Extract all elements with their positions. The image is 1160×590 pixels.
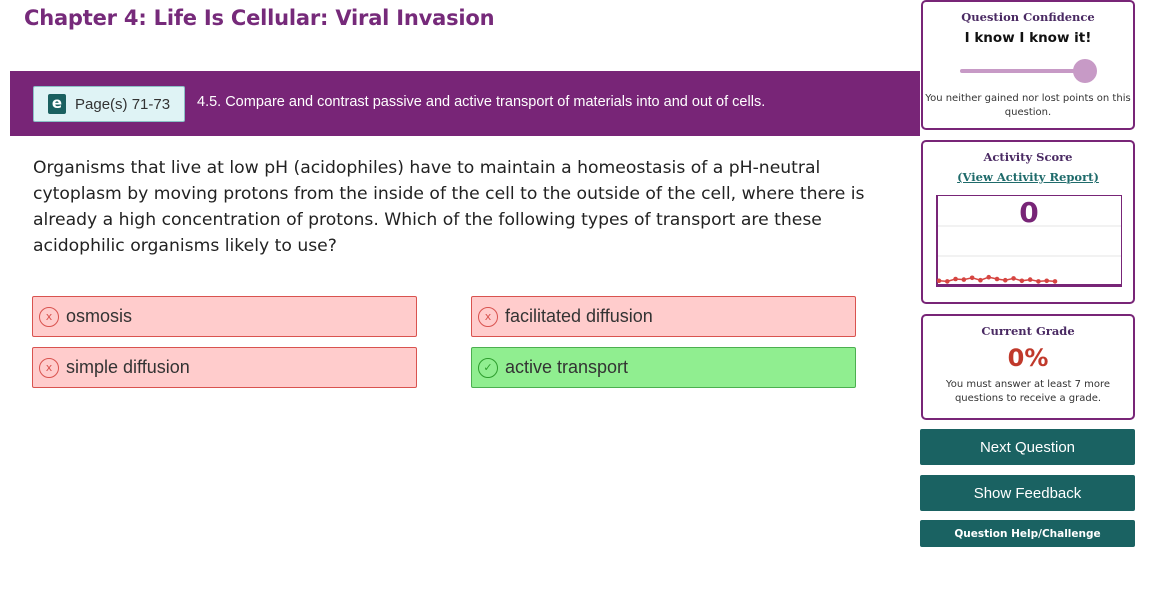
- answer-option-active-transport[interactable]: ✓ active transport: [471, 347, 856, 388]
- confidence-value: I know I know it!: [964, 30, 1092, 46]
- confidence-slider-thumb[interactable]: [1073, 59, 1097, 83]
- ebook-pages-button[interactable]: e Page(s) 71-73: [33, 86, 185, 122]
- activity-score-value: 0: [1019, 196, 1039, 229]
- activity-sparkline-point: [1036, 279, 1041, 284]
- answer-option-facilitated-diffusion[interactable]: x facilitated diffusion: [471, 296, 856, 337]
- activity-sparkline-point: [1002, 277, 1008, 283]
- question-help-button[interactable]: Question Help/Challenge: [920, 520, 1135, 547]
- activity-sparkline-point: [978, 277, 983, 283]
- learning-objective: 4.5. Compare and contrast passive and ac…: [197, 94, 766, 110]
- confidence-slider[interactable]: [960, 59, 1097, 83]
- view-activity-report-link[interactable]: (View Activity Report): [923, 170, 1133, 184]
- answer-option-osmosis[interactable]: x osmosis: [32, 296, 417, 337]
- pages-label: Page(s) 71-73: [75, 95, 171, 113]
- activity-sparkline-point: [1019, 278, 1025, 284]
- current-grade-panel: Current Grade 0% You must answer at leas…: [921, 314, 1135, 420]
- answer-label: osmosis: [66, 306, 133, 326]
- activity-sparkline-point: [1011, 276, 1016, 281]
- show-feedback-button[interactable]: Show Feedback: [920, 475, 1135, 511]
- activity-sparkline-point: [969, 275, 975, 281]
- check-circle-icon: ✓: [478, 357, 498, 378]
- next-question-button[interactable]: Next Question: [920, 429, 1135, 465]
- activity-sparkline-point: [994, 276, 1000, 282]
- activity-sparkline-point: [986, 274, 992, 280]
- activity-score-heading: Activity Score: [983, 150, 1073, 164]
- confidence-heading: Question Confidence: [961, 10, 1095, 24]
- activity-sparkline-point: [961, 277, 967, 282]
- activity-sparkline-point: [937, 278, 942, 284]
- activity-sparkline-point: [944, 279, 950, 284]
- chapter-title: Chapter 4: Life Is Cellular: Viral Invas…: [24, 6, 495, 30]
- objective-banner: e Page(s) 71-73 4.5. Compare and contras…: [10, 71, 920, 136]
- ebook-icon: e: [48, 94, 66, 114]
- activity-sparkline-point: [1044, 278, 1050, 284]
- activity-sparkline-point: [953, 276, 958, 282]
- answer-label: simple diffusion: [66, 357, 190, 377]
- answer-label: facilitated diffusion: [505, 306, 653, 326]
- confidence-panel: Question Confidence I know I know it! Yo…: [921, 0, 1135, 130]
- current-grade-value: 0%: [1007, 344, 1049, 372]
- activity-sparkline-point: [1052, 279, 1058, 284]
- current-grade-heading: Current Grade: [981, 324, 1075, 338]
- current-grade-note: You must answer at least 7 more question…: [945, 379, 1111, 404]
- confidence-note: You neither gained nor lost points on th…: [925, 93, 1131, 118]
- x-circle-icon: x: [39, 357, 59, 378]
- activity-sparkline-point: [1027, 277, 1033, 282]
- activity-score-panel: Activity Score (View Activity Report) 0: [921, 140, 1135, 304]
- x-circle-icon: x: [39, 306, 59, 327]
- answer-option-simple-diffusion[interactable]: x simple diffusion: [32, 347, 417, 388]
- activity-chart: 0: [936, 195, 1122, 287]
- x-circle-icon: x: [478, 306, 498, 327]
- answer-label: active transport: [505, 357, 629, 377]
- question-text: Organisms that live at low pH (acidophil…: [33, 158, 865, 256]
